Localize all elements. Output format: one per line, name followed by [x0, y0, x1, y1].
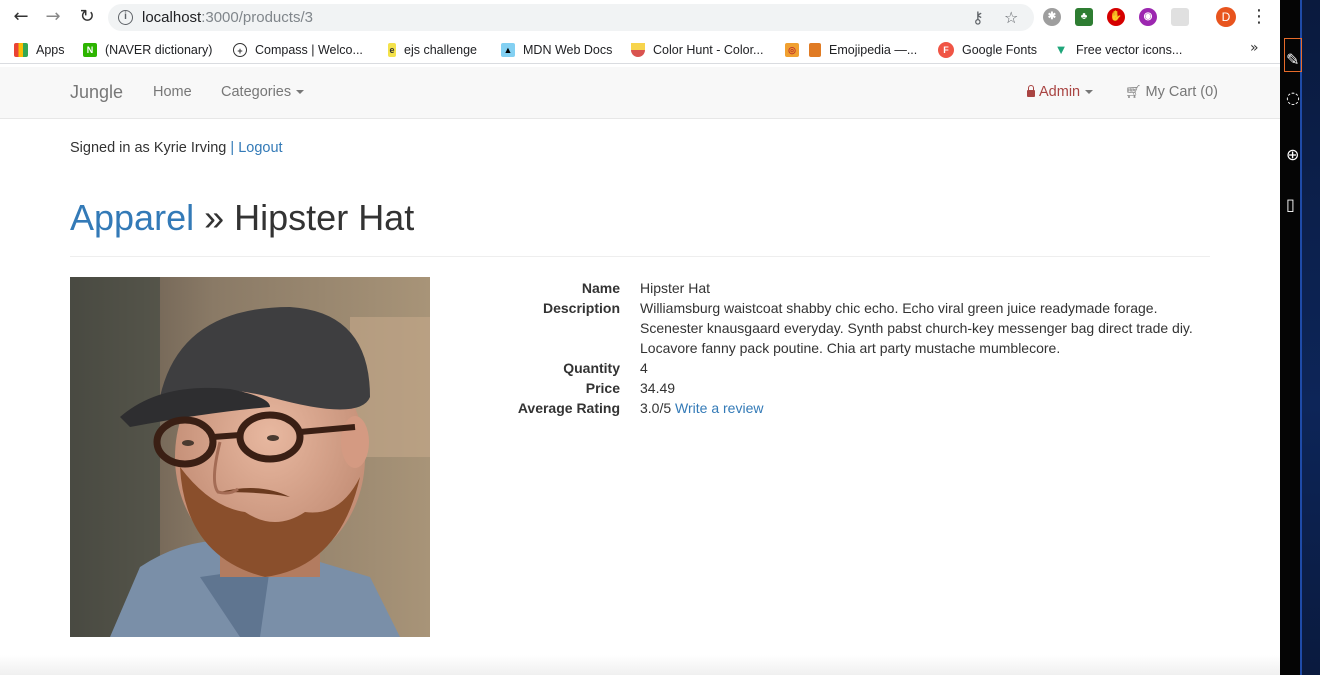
grid-extension-icon[interactable] — [1171, 8, 1189, 26]
pen-icon[interactable]: ✎ — [1286, 50, 1300, 69]
back-arrow-icon[interactable]: ← — [10, 6, 32, 28]
write-review-link[interactable]: Write a review — [675, 400, 763, 416]
detail-label: Name — [581, 280, 620, 296]
bookmark-google-fonts[interactable]: F Google Fonts — [938, 41, 1037, 59]
nav-cart-link[interactable]: 🛒︎ My Cart (0) — [1125, 84, 1218, 100]
browser-window: ← → ↻ i localhost:3000/products/3 ⚷ ☆ ✱ … — [0, 0, 1280, 675]
mdn-icon: ▲ — [501, 43, 515, 57]
info-icon[interactable]: i — [118, 10, 133, 25]
brand-link[interactable]: Jungle — [70, 82, 123, 103]
window-bottom-edge — [0, 655, 1280, 675]
desktop-edge — [1300, 0, 1302, 675]
session-separator: | — [230, 140, 235, 156]
detail-row-price: Price 34.49 — [430, 378, 1220, 398]
bookmark-label: ejs challenge — [404, 43, 477, 57]
color-extension-icon[interactable]: ◉ — [1139, 8, 1157, 26]
bookmark-unnamed[interactable]: ◎ — [785, 41, 807, 59]
detail-label: Average Rating — [517, 400, 620, 416]
naver-icon: N — [83, 43, 97, 57]
category-link[interactable]: Apparel — [70, 197, 194, 238]
detail-label: Quantity — [563, 360, 620, 376]
detail-row-name: Name Hipster Hat — [430, 278, 1220, 298]
menu-dots-icon[interactable]: ⋮ — [1250, 6, 1268, 27]
nav-cart-label: My Cart (0) — [1145, 84, 1219, 100]
forward-arrow-icon[interactable]: → — [42, 6, 64, 28]
detail-row-rating: Average Rating 3.0/5 Write a review — [430, 398, 1220, 418]
page-header: Apparel » Hipster Hat — [70, 197, 1210, 257]
bookmark-compass[interactable]: + Compass | Welco... — [233, 41, 363, 59]
browser-toolbar: ← → ↻ i localhost:3000/products/3 ⚷ ☆ ✱ … — [0, 0, 1280, 34]
nav-admin-label: Admin — [1039, 84, 1081, 100]
star-icon[interactable]: ☆ — [1004, 8, 1018, 27]
bookmark-flaticon[interactable]: ▼ Free vector icons... — [1054, 41, 1182, 59]
app-navbar: Jungle Home Categories Admin 🛒︎ My Cart (… — [0, 67, 1280, 119]
detail-label: Description — [542, 300, 620, 316]
bookmark-emojipedia[interactable]: Emojipedia —... — [809, 41, 917, 59]
caret-down-icon — [296, 90, 305, 95]
rating-value: 3.0/5 — [640, 400, 672, 416]
adblock-extension-icon[interactable]: ✋ — [1107, 8, 1125, 26]
detail-value: Williamsburg waistcoat shabby chic echo.… — [640, 300, 1193, 356]
bug-extension-icon[interactable]: ✱ — [1043, 8, 1061, 26]
flaticon-icon: ▼ — [1054, 42, 1068, 57]
bookmarks-overflow-button[interactable]: » — [1250, 40, 1259, 56]
bulb-icon[interactable]: ◌ — [1286, 88, 1300, 107]
bookmark-mdn[interactable]: ▲ MDN Web Docs — [501, 41, 612, 59]
product-title: Hipster Hat — [234, 197, 415, 238]
nav-categories-label: Categories — [221, 84, 292, 100]
detail-value: 4 — [640, 360, 648, 376]
bookmark-label: MDN Web Docs — [523, 43, 613, 57]
bookmark-label: Color Hunt - Color... — [653, 43, 764, 57]
reload-icon[interactable]: ↻ — [76, 6, 98, 28]
compass-icon: + — [233, 43, 247, 57]
nav-categories-dropdown[interactable]: Categories — [221, 84, 305, 100]
bookmark-label: Emojipedia —... — [829, 43, 918, 57]
bookmark-label: (NAVER dictionary) — [105, 43, 213, 57]
bookmark-colorhunt[interactable]: Color Hunt - Color... — [631, 41, 763, 59]
detail-row-quantity: Quantity 4 — [430, 358, 1220, 378]
bookmark-label: Apps — [36, 43, 65, 57]
profile-avatar[interactable]: D — [1216, 7, 1236, 27]
url-text[interactable]: localhost:3000/products/3 — [142, 9, 313, 26]
nav-home-link[interactable]: Home — [153, 84, 192, 100]
document-icon[interactable]: ▯ — [1286, 195, 1300, 214]
tree-extension-icon[interactable]: ♣ — [1075, 8, 1093, 26]
nav-admin-dropdown[interactable]: Admin — [1027, 84, 1094, 100]
bookmark-icon: ◎ — [785, 43, 799, 57]
detail-value: Hipster Hat — [640, 280, 711, 296]
emojipedia-icon — [809, 43, 821, 57]
bookmark-label: Google Fonts — [962, 43, 1038, 57]
caret-down-icon — [1085, 90, 1094, 95]
desktop-background: ✎ ◌ ⊕ ▯ — [1280, 0, 1320, 675]
product-details: Name Hipster Hat Description Williamsbur… — [430, 278, 1220, 418]
shopping-cart-icon: 🛒︎ — [1125, 85, 1142, 100]
detail-row-description: Description Williamsburg waistcoat shabb… — [430, 298, 1220, 358]
detail-value: 3.0/5 Write a review — [640, 398, 1210, 418]
apps-grid-icon — [14, 43, 28, 57]
bookmarks-bar: Apps N (NAVER dictionary) + Compass | Welc… — [0, 34, 1280, 64]
detail-label: Price — [585, 380, 620, 396]
url-host: localhost — [142, 9, 202, 26]
globe-icon[interactable]: ⊕ — [1286, 145, 1300, 164]
title-separator: » — [204, 197, 225, 238]
bookmark-ejs[interactable]: e ejs challenge — [388, 41, 477, 59]
bookmark-naver[interactable]: N (NAVER dictionary) — [83, 41, 212, 59]
detail-value: 34.49 — [640, 380, 676, 396]
address-bar[interactable]: i localhost:3000/products/3 ⚷ ☆ — [108, 4, 1034, 31]
page-title: Apparel » Hipster Hat — [70, 197, 1210, 239]
lock-icon — [1027, 85, 1035, 97]
signed-in-text: Signed in as Kyrie Irving — [70, 140, 227, 156]
bookmark-label: Free vector icons... — [1076, 43, 1183, 57]
google-fonts-icon: F — [938, 42, 954, 58]
bookmark-label: Compass | Welco... — [255, 43, 363, 57]
ejs-icon: e — [388, 43, 396, 57]
logout-link[interactable]: Logout — [238, 140, 282, 156]
url-path: :3000/products/3 — [201, 9, 313, 26]
key-icon[interactable]: ⚷ — [972, 8, 984, 27]
colorhunt-icon — [631, 43, 645, 57]
bookmark-apps[interactable]: Apps — [14, 41, 65, 59]
session-status: Signed in as Kyrie Irving | Logout — [70, 140, 283, 156]
product-image — [70, 277, 430, 637]
